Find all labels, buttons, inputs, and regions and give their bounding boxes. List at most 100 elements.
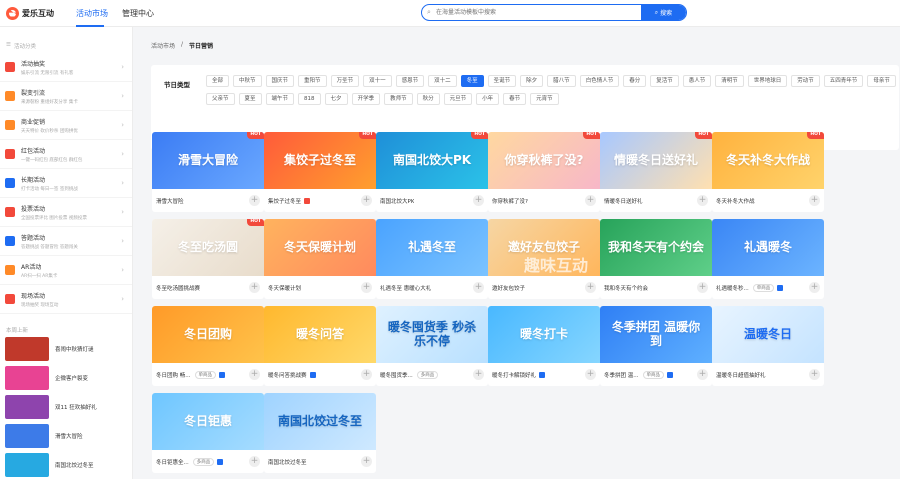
filter-tag[interactable]: 父亲节 [206,93,235,105]
add-icon[interactable]: + [249,195,260,206]
filter-tag[interactable]: 夏至 [238,93,262,105]
filter-tag[interactable]: 清明节 [715,75,744,87]
add-icon[interactable]: + [249,282,260,293]
filter-tag[interactable]: 双十二 [428,75,457,87]
filter-tag[interactable]: 除夕 [520,75,544,87]
recent-item[interactable]: 喜闹中秋猜灯谜 [0,334,132,363]
add-icon[interactable]: + [697,369,708,380]
template-card[interactable]: 你穿秋裤了没? HOT 你穿秋裤了没? + [488,132,600,212]
filter-tag[interactable]: 劳动节 [791,75,820,87]
nav-activity-market[interactable]: 活动市场 [72,0,118,27]
recent-item[interactable]: 滑雪大冒险 [0,421,132,450]
add-icon[interactable]: + [361,369,372,380]
template-card[interactable]: 南国北饺过冬至 南国北饺过冬至 + [264,393,376,473]
add-icon[interactable]: + [361,282,372,293]
sidebar-category[interactable]: 投票活动 全国投票评比 图片投票 视频投票 › [0,198,132,227]
filter-tag[interactable]: 端午节 [265,93,295,105]
template-card[interactable]: 温暖冬日 温暖冬日超值抽好礼 + [712,306,824,386]
filter-tag[interactable]: 愚人节 [682,75,712,87]
template-card[interactable]: 冬日钜惠 冬日钜惠全... 多商品 + [152,393,264,473]
template-card[interactable]: 冬天补冬大作战 HOT 冬天补冬大作战 + [712,132,824,212]
app-logo[interactable]: 爱乐互动 [6,6,54,20]
sidebar-category[interactable]: 红包活动 一键一码红包 底部红包 群红包 › [0,140,132,169]
add-icon[interactable]: + [809,282,820,293]
filter-tag[interactable]: 母亲节 [867,75,896,87]
search-button[interactable]: ⌕ 搜索 [641,5,686,20]
template-thumbnail[interactable]: 暖冬问答 [264,306,376,363]
template-card[interactable]: 冬天保暖计划 冬天保暖计划 + [264,219,376,299]
template-thumbnail[interactable]: 冬天保暖计划 [264,219,376,276]
template-thumbnail[interactable]: 滑雪大冒险 HOT [152,132,264,189]
sidebar-category[interactable]: 答题活动 答题挑战 答题冒险 答题闯关 › [0,227,132,256]
template-card[interactable]: 暖冬问答 暖冬问答挑战赛 + [264,306,376,386]
template-thumbnail[interactable]: 礼遇暖冬 [712,219,824,276]
template-thumbnail[interactable]: 冬季拼团 温暖你到 [600,306,712,363]
sidebar-category[interactable]: 现场活动 现场抽奖 现场互动 › [0,285,132,314]
template-thumbnail[interactable]: 冬至吃汤圆 HOT [152,219,264,276]
add-icon[interactable]: + [809,369,820,380]
recent-item[interactable]: 双11 狂欢抽好礼 [0,392,132,421]
filter-tag[interactable]: 秋分 [416,93,440,105]
breadcrumb-root[interactable]: 活动市场 [151,41,175,50]
filter-tag[interactable]: 白色情人节 [579,75,620,87]
add-icon[interactable]: + [473,369,484,380]
add-icon[interactable]: + [249,369,260,380]
template-thumbnail[interactable]: 我和冬天有个约会 [600,219,712,276]
sidebar-category[interactable]: 裂变引流 来源裂粉 重组好友分享 集卡 › [0,82,132,111]
template-thumbnail[interactable]: 情暖冬日送好礼 HOT [600,132,712,189]
filter-tag[interactable]: 全部 [206,75,230,87]
filter-tag[interactable]: 中秋节 [233,75,262,87]
recent-item[interactable]: 南国北饺过冬至 [0,450,132,479]
sidebar-category[interactable]: AR活动 AR扫一扫 AR集卡 › [0,256,132,285]
template-card[interactable]: 南国北饺大PK HOT 南国北饺大PK + [376,132,488,212]
template-thumbnail[interactable]: 礼遇冬至 [376,219,488,276]
template-thumbnail[interactable]: 南国北饺过冬至 [264,393,376,450]
template-card[interactable]: 暖冬打卡 暖冬打卡解锁好礼 + [488,306,600,386]
filter-tag[interactable]: 教师节 [384,93,413,105]
template-thumbnail[interactable]: 集饺子过冬至 HOT [264,132,376,189]
filter-tag[interactable]: 世界地球日 [747,75,788,87]
template-thumbnail[interactable]: 冬天补冬大作战 HOT [712,132,824,189]
template-card[interactable]: 冬日团购 冬日团购 畅... 单商品 + [152,306,264,386]
filter-tag[interactable]: 感恩节 [395,75,425,87]
template-card[interactable]: 礼遇暖冬 礼遇暖冬秒... 单商品 + [712,219,824,299]
add-icon[interactable]: + [697,195,708,206]
add-icon[interactable]: + [585,195,596,206]
template-thumbnail[interactable]: 你穿秋裤了没? HOT [488,132,600,189]
template-card[interactable]: 滑雪大冒险 HOT 滑雪大冒险 + [152,132,264,212]
template-thumbnail[interactable]: 温暖冬日 [712,306,824,363]
template-card[interactable]: 情暖冬日送好礼 HOT 情暖冬日送好礼 + [600,132,712,212]
add-icon[interactable]: + [809,195,820,206]
add-icon[interactable]: + [585,282,596,293]
template-thumbnail[interactable]: 暖冬囤货季 秒杀乐不停 [376,306,488,363]
filter-tag[interactable]: 万圣节 [330,75,360,87]
add-icon[interactable]: + [473,282,484,293]
add-icon[interactable]: + [585,369,596,380]
add-icon[interactable]: + [249,456,260,467]
filter-tag[interactable]: 818 [298,93,321,105]
template-card[interactable]: 邀好友包饺子 邀好友包饺子 + [488,219,600,299]
filter-tag[interactable]: 五四青年节 [823,75,864,87]
sidebar-category[interactable]: 商业促销 天天特价 砍价秒杀 团购拼优 › [0,111,132,140]
template-card[interactable]: 冬季拼团 温暖你到 冬季拼团 温... 单商品 + [600,306,712,386]
filter-tag[interactable]: 冬至 [460,75,484,87]
sidebar-category[interactable]: 活动抽奖 娱乐引流 无限引流 有礼客 › [0,53,132,82]
filter-tag[interactable]: 重阳节 [298,75,327,87]
template-thumbnail[interactable]: 冬日钜惠 [152,393,264,450]
sidebar-category[interactable]: 长期活动 打卡活动 每日一签 签到挑战 › [0,169,132,198]
filter-tag[interactable]: 复活节 [650,75,679,87]
search-input[interactable] [436,5,641,20]
add-icon[interactable]: + [361,456,372,467]
filter-tag[interactable]: 春节 [503,93,527,105]
filter-tag[interactable]: 元宵节 [530,93,559,105]
template-thumbnail[interactable]: 南国北饺大PK HOT [376,132,488,189]
filter-tag[interactable]: 腊八节 [547,75,576,87]
template-thumbnail[interactable]: 邀好友包饺子 [488,219,600,276]
template-card[interactable]: 冬至吃汤圆 HOT 冬至吃汤圆挑战赛 + [152,219,264,299]
template-card[interactable]: 集饺子过冬至 HOT 集饺子过冬至 + [264,132,376,212]
add-icon[interactable]: + [697,282,708,293]
template-thumbnail[interactable]: 冬日团购 [152,306,264,363]
filter-tag[interactable]: 春分 [623,75,647,87]
filter-tag[interactable]: 圣诞节 [487,75,517,87]
filter-tag[interactable]: 七夕 [324,93,348,105]
